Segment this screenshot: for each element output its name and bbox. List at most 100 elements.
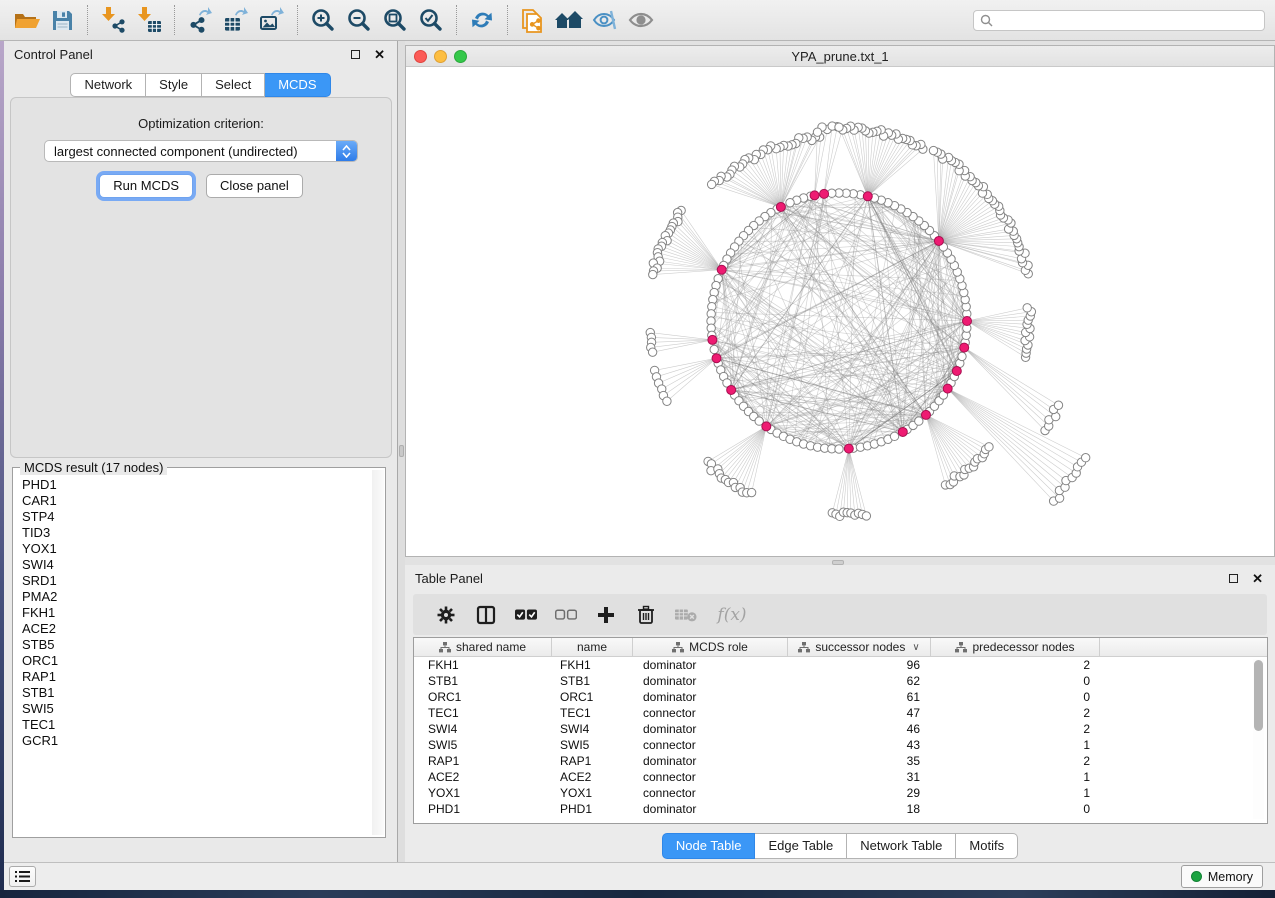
mcds-result-item[interactable]: ACE2 (22, 621, 385, 637)
mcds-result-item[interactable]: TID3 (22, 525, 385, 541)
cell-name: PHD1 (552, 802, 633, 816)
float-panel-icon[interactable] (351, 50, 360, 59)
mcds-hub-node (762, 422, 771, 431)
mcds-hub-node (863, 192, 872, 201)
mcds-hub-node (810, 191, 819, 200)
dropdown-value: largest connected component (undirected) (54, 144, 298, 159)
column-header-successor-nodes[interactable]: successor nodes∨ (788, 638, 931, 656)
mcds-result-item[interactable]: ORC1 (22, 653, 385, 669)
mcds-result-item[interactable]: STB1 (22, 685, 385, 701)
mcds-result-item[interactable]: TEC1 (22, 717, 385, 733)
list-icon (15, 870, 30, 883)
zoom-selected-icon[interactable] (413, 4, 449, 36)
export-table-icon[interactable] (218, 4, 254, 36)
export-network-icon[interactable] (182, 4, 218, 36)
show-column-icon[interactable] (475, 604, 497, 626)
maximize-traffic-light[interactable] (454, 50, 467, 63)
export-image-icon[interactable] (254, 4, 290, 36)
mcds-result-item[interactable]: SRD1 (22, 573, 385, 589)
column-header-MCDS-role[interactable]: MCDS role (633, 638, 788, 656)
tab-edge-table[interactable]: Edge Table (755, 833, 847, 859)
zoom-fit-icon[interactable] (377, 4, 413, 36)
minimize-traffic-light[interactable] (434, 50, 447, 63)
deselect-all-rows-icon[interactable] (555, 604, 577, 626)
select-all-rows-icon[interactable] (515, 604, 537, 626)
mcds-result-item[interactable]: YOX1 (22, 541, 385, 557)
cell-MCDS-role: dominator (633, 722, 788, 736)
column-header-shared-name[interactable]: shared name (414, 638, 552, 656)
control-panel: Control Panel ✕ NetworkStyleSelectMCDS O… (4, 41, 398, 862)
task-history-button[interactable] (9, 866, 36, 887)
table-row[interactable]: ORC1ORC1dominator610 (414, 689, 1267, 705)
network-canvas[interactable] (406, 67, 1274, 556)
cell-shared-name: TEC1 (414, 706, 552, 720)
mcds-hub-node (952, 367, 961, 376)
mcds-result-item[interactable]: SWI4 (22, 557, 385, 573)
memory-button[interactable]: Memory (1181, 865, 1263, 888)
close-panel-button[interactable]: Close panel (206, 174, 303, 198)
mcds-hub-node (898, 427, 907, 436)
tab-mcds[interactable]: MCDS (265, 73, 330, 97)
show-graphics-eye-icon[interactable] (623, 4, 659, 36)
save-session-icon[interactable] (44, 4, 80, 36)
import-table-icon[interactable] (131, 4, 167, 36)
run-mcds-button[interactable]: Run MCDS (99, 174, 193, 198)
mcds-result-item[interactable]: PHD1 (22, 477, 385, 493)
mcds-result-scrollbar[interactable] (372, 470, 384, 835)
mcds-result-item[interactable]: PMA2 (22, 589, 385, 605)
tab-motifs[interactable]: Motifs (956, 833, 1018, 859)
table-settings-gear-icon[interactable] (435, 604, 457, 626)
cell-name: FKH1 (552, 658, 633, 672)
add-row-icon[interactable] (595, 604, 617, 626)
table-row[interactable]: ACE2ACE2connector311 (414, 769, 1267, 785)
node-table-scrollbar[interactable] (1253, 659, 1264, 819)
float-table-panel-icon[interactable] (1229, 574, 1238, 583)
search-input[interactable] (997, 13, 1258, 27)
table-row[interactable]: RAP1RAP1dominator352 (414, 753, 1267, 769)
close-panel-icon[interactable]: ✕ (374, 48, 385, 61)
mcds-result-list: PHD1CAR1STP4TID3YOX1SWI4SRD1PMA2FKH1ACE2… (13, 468, 385, 749)
search-box[interactable] (973, 10, 1265, 31)
table-toolbar: f(x) (413, 594, 1267, 635)
mcds-result-item[interactable]: RAP1 (22, 669, 385, 685)
cell-name: SWI5 (552, 738, 633, 752)
mcds-result-item[interactable]: SWI5 (22, 701, 385, 717)
table-row[interactable]: SWI4SWI4dominator462 (414, 721, 1267, 737)
import-network-icon[interactable] (95, 4, 131, 36)
tab-style[interactable]: Style (146, 73, 202, 97)
optimization-criterion-dropdown[interactable]: largest connected component (undirected) (44, 140, 358, 162)
column-header-name[interactable]: name (552, 638, 633, 656)
mcds-result-item[interactable]: CAR1 (22, 493, 385, 509)
table-row[interactable]: FKH1FKH1dominator962 (414, 657, 1267, 673)
mcds-result-item[interactable]: FKH1 (22, 605, 385, 621)
main-toolbar (0, 0, 1275, 41)
refresh-icon[interactable] (464, 4, 500, 36)
mcds-result-item[interactable]: GCR1 (22, 733, 385, 749)
mcds-result-item[interactable]: STP4 (22, 509, 385, 525)
cell-predecessor-nodes: 2 (931, 658, 1100, 672)
cell-name: RAP1 (552, 754, 633, 768)
mcds-result-item[interactable]: STB5 (22, 637, 385, 653)
cell-name: SWI4 (552, 722, 633, 736)
table-row[interactable]: STB1STB1dominator620 (414, 673, 1267, 689)
delete-row-icon[interactable] (635, 604, 657, 626)
table-row[interactable]: PHD1PHD1dominator180 (414, 801, 1267, 817)
tab-node-table[interactable]: Node Table (662, 833, 756, 859)
tab-network-table[interactable]: Network Table (847, 833, 956, 859)
cell-name: STB1 (552, 674, 633, 688)
table-row[interactable]: YOX1YOX1connector291 (414, 785, 1267, 801)
close-table-panel-icon[interactable]: ✕ (1252, 572, 1263, 585)
network-file-icon[interactable] (515, 4, 551, 36)
tab-network[interactable]: Network (70, 73, 146, 97)
close-traffic-light[interactable] (414, 50, 427, 63)
panel-split-divider[interactable] (398, 41, 405, 862)
zoom-out-icon[interactable] (341, 4, 377, 36)
tab-select[interactable]: Select (202, 73, 265, 97)
open-session-icon[interactable] (8, 4, 44, 36)
vizmapper-eye-icon[interactable] (587, 4, 623, 36)
home-icon[interactable] (551, 4, 587, 36)
table-row[interactable]: SWI5SWI5connector431 (414, 737, 1267, 753)
column-header-predecessor-nodes[interactable]: predecessor nodes (931, 638, 1100, 656)
zoom-in-icon[interactable] (305, 4, 341, 36)
table-row[interactable]: TEC1TEC1connector472 (414, 705, 1267, 721)
